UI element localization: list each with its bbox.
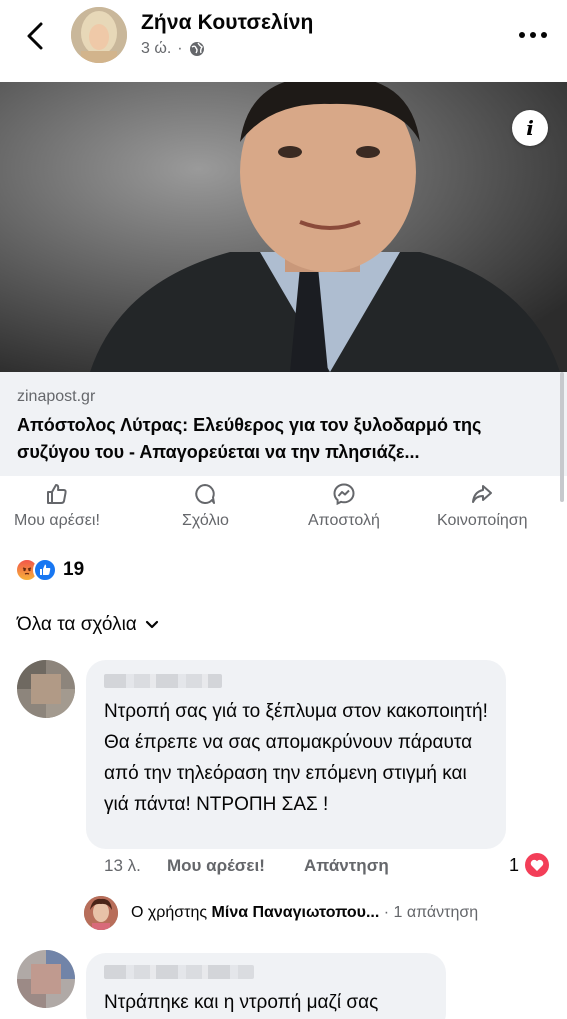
action-bar: Μου αρέσει! Σχόλιο Αποστολή Κοινοποίηση (0, 482, 567, 542)
globe-icon (189, 42, 204, 56)
replier-avatar (84, 896, 118, 930)
replier-name[interactable]: Μίνα Παναγιωτοπου... (212, 904, 380, 921)
post-time[interactable]: 3 ώ. (141, 40, 171, 58)
share-arrow-icon (472, 485, 493, 503)
heart-reaction-icon[interactable] (525, 853, 549, 877)
link-headline[interactable]: Απόστολος Λύτρας: Ελεύθερος για τον ξυλο… (17, 412, 557, 466)
send-button[interactable]: Αποστολή (308, 482, 380, 530)
comment-reply-button[interactable]: Απάντηση (304, 856, 389, 876)
author-avatar[interactable] (71, 7, 127, 63)
messenger-icon (333, 483, 355, 506)
link-preview[interactable]: zinapost.gr Απόστολος Λύτρας: Ελεύθερος … (0, 372, 567, 476)
link-preview-image[interactable] (0, 82, 567, 372)
more-options-icon[interactable] (516, 25, 550, 45)
like-button[interactable]: Μου αρέσει! (14, 482, 100, 530)
chevron-down-icon (145, 620, 158, 629)
comment-bubble[interactable]: Ντράπηκε και η ντροπή μαζί σας (86, 953, 446, 1019)
comment-button[interactable]: Σχόλιο (182, 482, 229, 530)
commenter-name-blurred[interactable] (104, 965, 254, 979)
comment-label: Σχόλιο (182, 512, 229, 529)
comment-like-button[interactable]: Μου αρέσει! (167, 856, 265, 876)
reactions-summary[interactable]: 19 (15, 557, 84, 583)
thumbs-up-icon (46, 484, 67, 504)
comments-filter[interactable]: Όλα τα σχόλια (17, 614, 159, 636)
author-name[interactable]: Ζήνα Κουτσελίνη (141, 11, 313, 35)
link-domain: zinapost.gr (17, 388, 96, 405)
comment-icon (195, 484, 216, 504)
commenter-name-blurred[interactable] (104, 674, 222, 688)
like-label: Μου αρέσει! (14, 512, 100, 529)
reaction-count: 19 (63, 559, 85, 580)
comment-time: 13 λ. (104, 856, 141, 875)
info-button[interactable]: i (512, 110, 548, 146)
comment-bubble[interactable]: Ντροπή σας γιά το ξέπλυμα στον κακοποιητ… (86, 660, 506, 849)
view-replies[interactable]: Ο χρήστης Μίνα Παναγιωτοπου... · 1 απάντ… (84, 895, 478, 931)
reply-summary: Ο χρήστης Μίνα Παναγιωτοπου... · 1 απάντ… (131, 904, 479, 921)
comment-text: Ντροπή σας γιά το ξέπλυμα στον κακοποιητ… (104, 701, 488, 815)
share-label: Κοινοποίηση (437, 512, 528, 529)
commenter-avatar[interactable] (17, 660, 75, 718)
back-arrow-icon[interactable] (20, 20, 50, 52)
share-button[interactable]: Κοινοποίηση (437, 482, 528, 530)
send-label: Αποστολή (308, 512, 380, 529)
commenter-avatar[interactable] (17, 950, 75, 1008)
like-reaction-icon (33, 558, 57, 582)
post-meta: 3 ώ. · (141, 40, 205, 58)
post-header: Ζήνα Κουτσελίνη 3 ώ. · (0, 0, 567, 80)
comments-filter-label: Όλα τα σχόλια (17, 614, 137, 635)
comment-text: Ντράπηκε και η ντροπή μαζί σας (104, 992, 379, 1013)
comment-reaction-count: 1 (509, 855, 520, 875)
